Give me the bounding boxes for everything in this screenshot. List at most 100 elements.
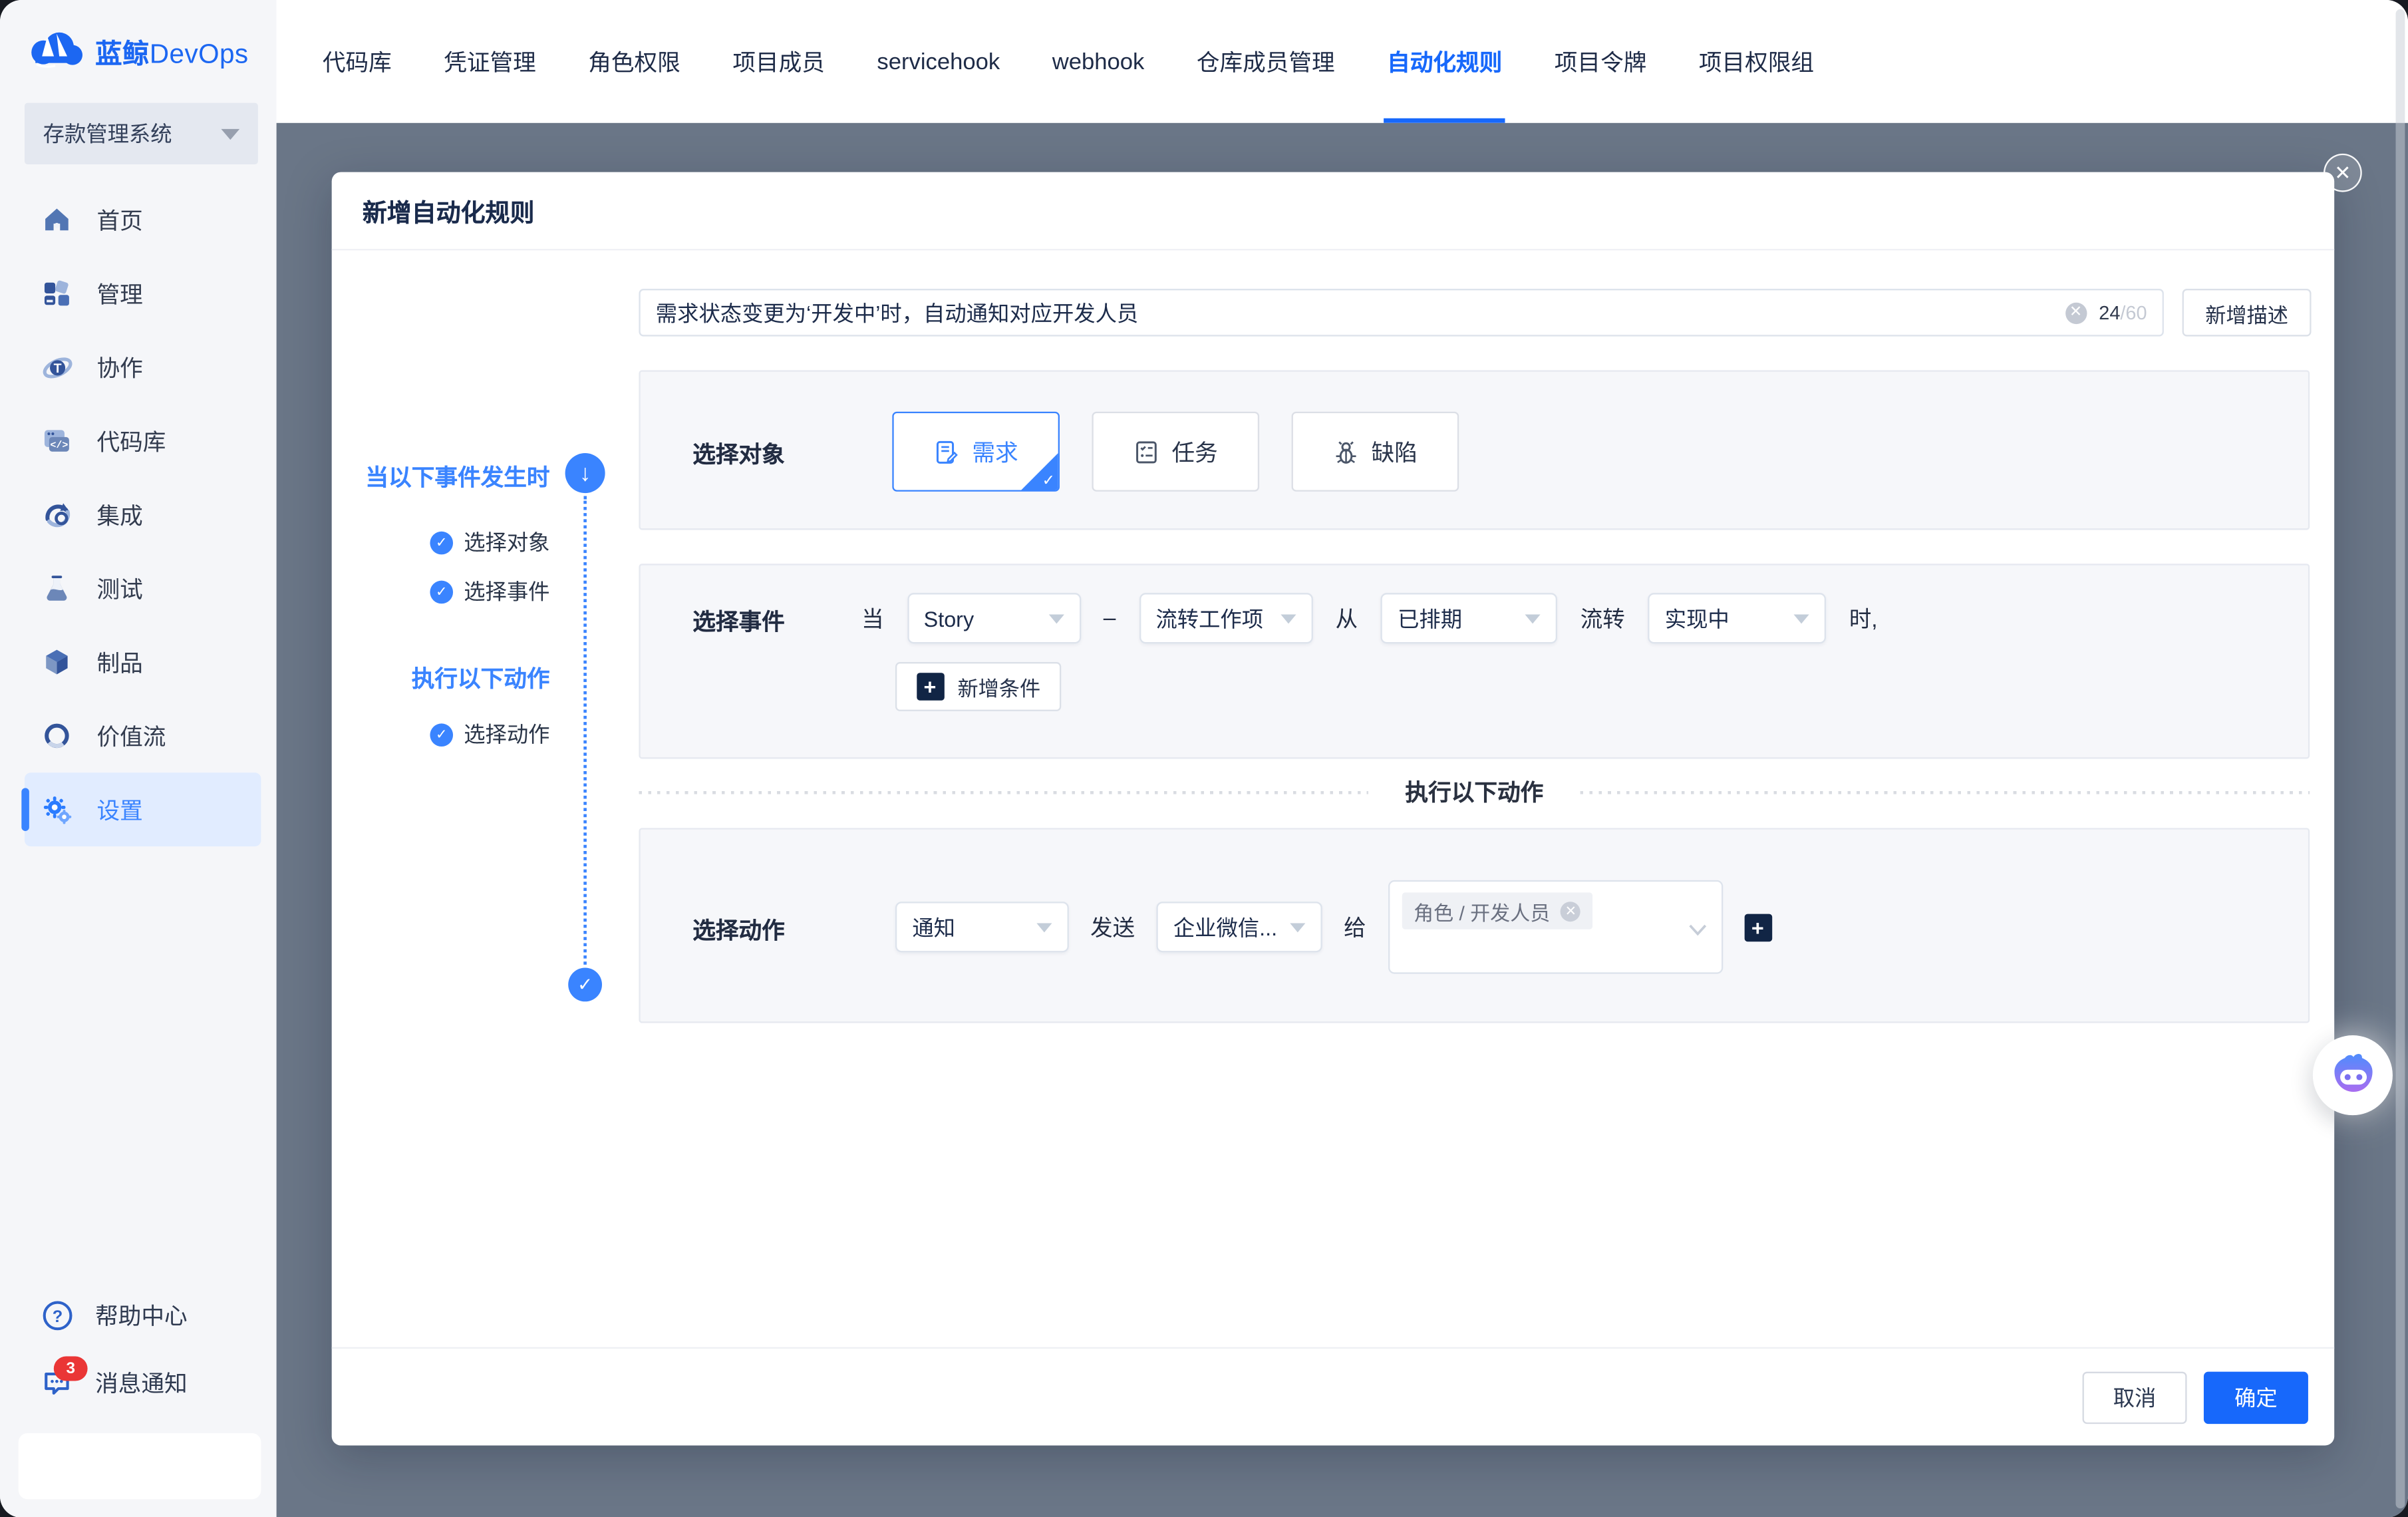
add-condition-button[interactable]: + 新增条件 [895, 662, 1062, 711]
sidebar-item-label: 管理 [96, 281, 143, 308]
sidebar-item-label: 价值流 [96, 724, 166, 751]
sidebar-item-settings[interactable]: 设置 [21, 772, 261, 847]
tab-role-permissions[interactable]: 角色权限 [562, 0, 706, 123]
sidebar-footer: ? 帮助中心 3 消息通知 [0, 1282, 277, 1517]
caret-down-icon [1525, 613, 1541, 623]
project-selector[interactable]: 存款管理系统 [24, 102, 258, 165]
recipient-multiselect[interactable]: 角色 / 开发人员 ✕ [1387, 880, 1723, 974]
message-icon: 3 [40, 1355, 88, 1401]
plus-icon: + [916, 673, 944, 701]
check-icon: ✓ [430, 530, 454, 554]
rule-description-field[interactable]: ✕ 24/60 [639, 289, 2164, 337]
sidebar-item-test[interactable]: 测试 [25, 552, 261, 625]
close-icon[interactable]: ✕ [2324, 153, 2362, 192]
check-icon: ✓ [430, 723, 454, 746]
top-navigation: 代码库 凭证管理 角色权限 项目成员 servicehook webhook 仓… [276, 0, 2408, 123]
tab-servicehook[interactable]: servicehook [851, 0, 1026, 123]
tab-code-repo[interactable]: 代码库 [297, 0, 418, 123]
object-option-task[interactable]: 任务 [1092, 411, 1260, 492]
stepper-action-title: 执行以下动作 [411, 666, 550, 693]
from-status-select[interactable]: 已排期 [1380, 593, 1558, 644]
help-center-label: 帮助中心 [95, 1304, 188, 1331]
cancel-button[interactable]: 取消 [2082, 1371, 2187, 1423]
add-automation-rule-modal: 新增自动化规则 ✕ 24/60 新增描述 当以下事件发生时 ↓ ✓ [331, 172, 2335, 1446]
help-center-item[interactable]: ? 帮助中心 [25, 1282, 261, 1350]
user-profile-card[interactable] [18, 1433, 261, 1499]
clear-icon[interactable]: ✕ [2065, 301, 2087, 323]
stepper-step-action: ✓ 选择动作 [332, 719, 550, 749]
action-type-select[interactable]: 通知 [895, 902, 1069, 953]
object-option-requirement[interactable]: 需求 ✓ [892, 411, 1060, 492]
channel-select[interactable]: 企业微信... [1156, 902, 1322, 953]
settings-icon [40, 792, 74, 826]
ai-assistant-button[interactable] [2312, 1035, 2393, 1116]
task-list-icon [1136, 440, 1157, 463]
svg-text:T: T [53, 361, 61, 375]
confirm-button[interactable]: 确定 [2203, 1371, 2308, 1423]
add-action-button[interactable]: + [1743, 913, 1772, 941]
tab-webhook[interactable]: webhook [1026, 0, 1170, 123]
select-event-label: 选择事件 [692, 609, 785, 636]
sidebar-item-label: 测试 [96, 576, 143, 603]
sidebar-item-integration[interactable]: 集成 [25, 478, 261, 552]
tag-remove-icon[interactable]: ✕ [1561, 901, 1581, 922]
caret-down-icon [1793, 613, 1809, 623]
char-counter: 24/60 [2099, 301, 2147, 323]
caret-down-icon [1036, 922, 1052, 932]
tab-project-members[interactable]: 项目成员 [706, 0, 851, 123]
sidebar-item-value-stream[interactable]: 价值流 [25, 699, 261, 772]
arrow-down-icon: ↓ [565, 453, 605, 494]
manage-icon [40, 277, 74, 311]
check-icon: ✓ [430, 580, 454, 603]
caret-down-icon [1280, 613, 1296, 623]
sidebar-item-label: 首页 [96, 208, 143, 235]
sidebar-item-label: 协作 [96, 355, 143, 382]
tab-credentials[interactable]: 凭证管理 [418, 0, 562, 123]
svg-text:?: ? [52, 1307, 63, 1326]
help-icon: ? [40, 1299, 74, 1333]
sidebar-item-repo[interactable]: </> 代码库 [25, 404, 261, 478]
sidebar: 蓝鲸DevOps 存款管理系统 首页 管理 T 协作 </> 代码库 集成 测试… [0, 0, 277, 1517]
rule-description-input[interactable] [655, 300, 2056, 325]
to-status-select[interactable]: 实现中 [1648, 593, 1827, 644]
bug-icon [1336, 440, 1356, 463]
sidebar-item-collaboration[interactable]: T 协作 [25, 330, 261, 404]
stepper-step-object: ✓ 选择对象 [332, 527, 550, 558]
logo-text: 蓝鲸DevOps [95, 37, 249, 69]
project-selector-label: 存款管理系统 [43, 121, 172, 146]
stepper-trigger-title: 当以下事件发生时 [365, 465, 550, 492]
tab-automation-rules[interactable]: 自动化规则 [1361, 0, 1529, 123]
sidebar-item-home[interactable]: 首页 [25, 183, 261, 257]
word-from: 从 [1335, 608, 1358, 633]
caret-down-icon [1290, 922, 1306, 932]
notifications-item[interactable]: 3 消息通知 [25, 1349, 261, 1417]
word-time: 时, [1849, 608, 1878, 633]
add-description-button[interactable]: 新增描述 [2182, 289, 2312, 337]
event-condition-row: 当 Story – 流转工作项 从 已排期 流转 实现中 时, [861, 593, 1878, 644]
action-divider-label: 执行以下动作 [1405, 780, 1544, 807]
logo: 蓝鲸DevOps [0, 0, 277, 77]
tab-project-permission-groups[interactable]: 项目权限组 [1673, 0, 1841, 123]
notifications-label: 消息通知 [95, 1371, 188, 1399]
active-indicator-bar [21, 788, 29, 831]
modal-body: ✕ 24/60 新增描述 当以下事件发生时 ↓ ✓ 选择对象 ✓ 选择事件 [332, 250, 2335, 1349]
check-icon: ✓ [1042, 473, 1056, 490]
select-action-panel: 选择动作 通知 发送 企业微信... 给 角色 / 开发人员 ✕ + [639, 828, 2310, 1023]
check-icon: ✓ [568, 967, 602, 1002]
event-add-condition-row: + 新增条件 [895, 662, 1062, 711]
event-object-select[interactable]: Story [907, 593, 1081, 644]
app-window: 蓝鲸DevOps 存款管理系统 首页 管理 T 协作 </> 代码库 集成 测试… [0, 0, 2408, 1517]
sidebar-item-artifact[interactable]: 制品 [25, 625, 261, 699]
scrollbar[interactable] [2395, 9, 2405, 1508]
tab-repo-member-management[interactable]: 仓库成员管理 [1171, 0, 1361, 123]
sidebar-item-manage[interactable]: 管理 [25, 257, 261, 331]
modal-title: 新增自动化规则 [362, 201, 535, 228]
chevron-down-icon [221, 128, 240, 139]
stepper-dotted-line [583, 496, 587, 965]
collaboration-icon: T [40, 350, 74, 384]
object-option-defect[interactable]: 缺陷 [1291, 411, 1459, 492]
bk-devops-logo-icon [26, 28, 84, 77]
recipient-tag: 角色 / 开发人员 ✕ [1401, 892, 1593, 929]
tab-project-token[interactable]: 项目令牌 [1529, 0, 1673, 123]
event-type-select[interactable]: 流转工作项 [1139, 593, 1312, 644]
